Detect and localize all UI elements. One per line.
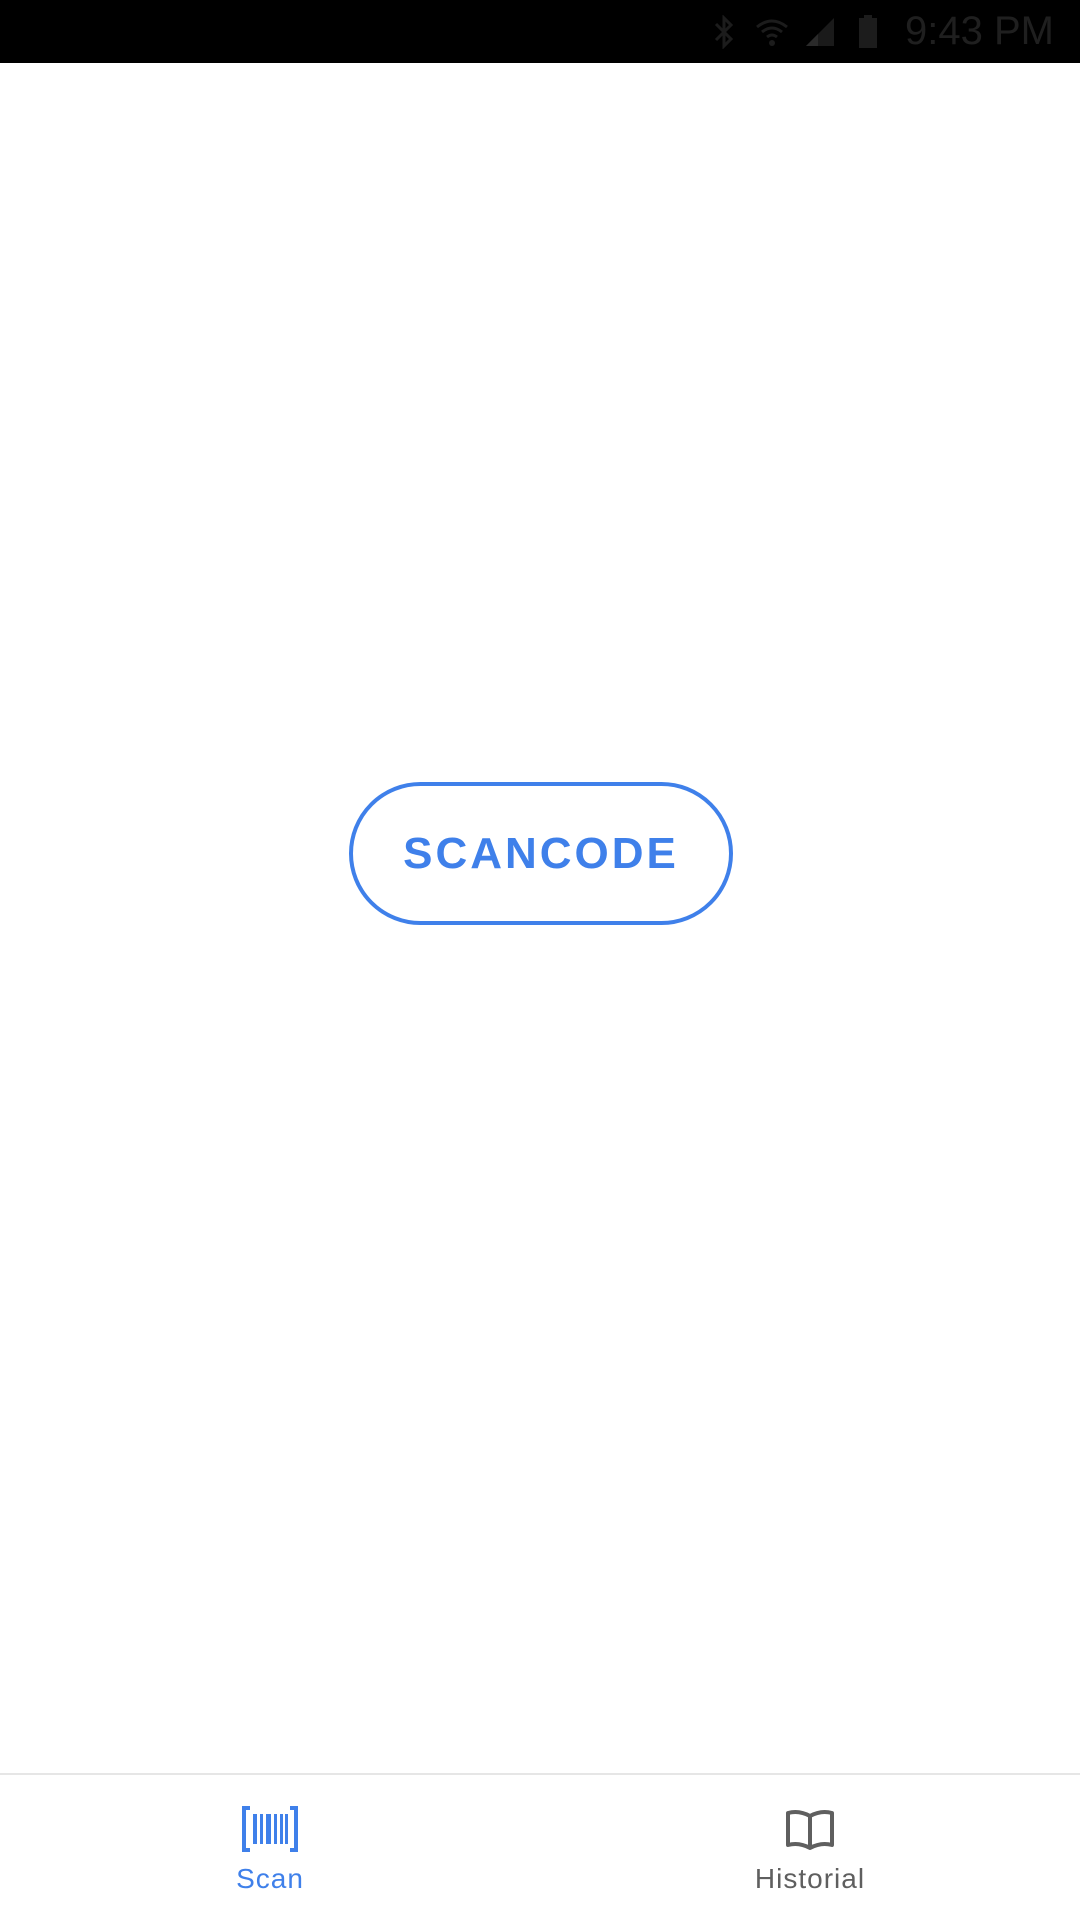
book-icon — [782, 1805, 838, 1853]
nav-item-historial[interactable]: Historial — [540, 1775, 1080, 1920]
barcode-icon — [242, 1805, 298, 1853]
status-time: 9:43 PM — [905, 9, 1054, 53]
nav-label-historial: Historial — [754, 1863, 866, 1894]
scancode-button-label: SCANCODE — [403, 828, 679, 878]
bottom-navigation: Scan Historial — [0, 1773, 1080, 1920]
scancode-button[interactable]: SCANCODE — [349, 782, 733, 925]
wifi-icon — [755, 13, 789, 51]
bluetooth-icon — [707, 13, 741, 51]
nav-item-scan[interactable]: Scan — [0, 1775, 540, 1920]
signal-icon — [803, 13, 837, 51]
battery-icon — [851, 13, 885, 51]
status-bar: 9:43 PM — [0, 0, 1080, 63]
nav-label-scan: Scan — [236, 1863, 304, 1894]
